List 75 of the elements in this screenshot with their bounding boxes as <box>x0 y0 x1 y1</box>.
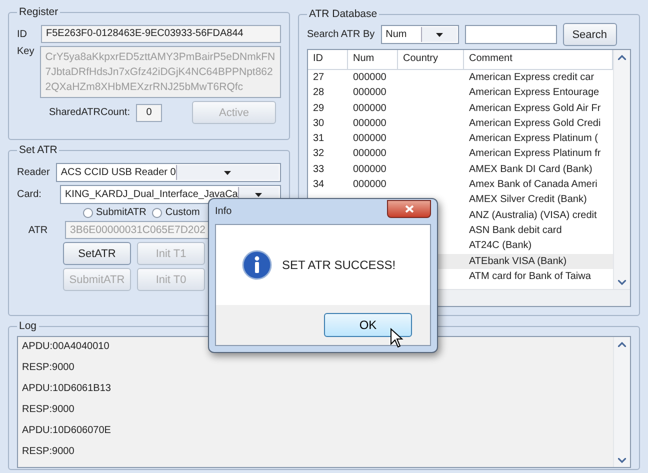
log-line: APDU:10D606070E <box>22 424 112 438</box>
table-cell-text: ASN Bank debit card <box>468 224 563 238</box>
close-icon <box>404 204 414 212</box>
atr-label: ATR <box>27 224 49 236</box>
table-cell-text: 000000 <box>352 86 388 100</box>
table-cell-text: 27 <box>312 71 326 85</box>
table-cell-text: ATM card for Bank of Taiwa <box>468 270 592 284</box>
table-cell-text: ANZ (Australia) (VISA) credit <box>468 208 598 223</box>
column-header[interactable]: ID <box>308 50 348 69</box>
table-cell-text: 32 <box>312 147 326 162</box>
table-cell-text: American Express credit car <box>468 71 596 85</box>
table-row[interactable]: 30 000000 American Express Gold Credi <box>308 116 613 132</box>
table-row[interactable]: 31 000000 American Express Platinum ( <box>308 131 613 146</box>
group-title: Set ATR <box>18 144 58 156</box>
table-cell-text: ATEbank VISA (Bank) <box>468 254 568 269</box>
table-cell-text: AMEX Bank DI Card (Bank) <box>468 162 594 177</box>
table-cell-text: 000000 <box>352 162 388 177</box>
table-cell-text: 000000 <box>352 147 388 162</box>
table-cell-text: 31 <box>312 132 326 146</box>
info-icon <box>242 250 272 280</box>
table-cell-text: 33 <box>312 162 326 177</box>
table-cell-text: 000000 <box>352 71 388 85</box>
log-line: RESP:9000 <box>22 403 76 417</box>
card-dropdown[interactable]: KING_KARDJ_Dual_Interface_JavaCa <box>60 185 281 204</box>
table-cell-text: 34 <box>312 178 326 192</box>
search-by-dropdown[interactable]: Num <box>380 25 459 44</box>
key-label: Key <box>17 46 34 57</box>
submit-button[interactable]: SetATR <box>63 242 131 265</box>
search-field[interactable] <box>464 25 557 44</box>
table-cell-text: American Express Platinum fr <box>468 147 602 162</box>
table-cell-text: 29 <box>312 102 326 116</box>
id-field[interactable]: F5E263F0-0128463E-9EC03933-56FDA844 <box>41 25 281 43</box>
table-cell-text: 000000 <box>352 132 388 146</box>
card-label: Card: <box>17 189 42 200</box>
group-title: Log <box>18 320 38 332</box>
id-label: ID <box>17 28 27 40</box>
table-cell-text: American Express Platinum ( <box>468 132 599 146</box>
search-button[interactable]: Search <box>562 23 617 46</box>
table-cell-text: 30 <box>312 116 326 131</box>
reader-label: Reader <box>17 167 50 178</box>
count-field[interactable]: 0 <box>136 104 162 122</box>
count-label: SharedATRCount: <box>49 107 130 118</box>
reader-dropdown[interactable]: ACS CCID USB Reader 0 <box>56 163 281 182</box>
log-line: APDU:00A4040010 <box>22 340 110 354</box>
table-cell-text: AMEX Silver Credit (Bank) <box>468 193 588 208</box>
column-header[interactable]: Country <box>398 50 464 69</box>
table-cell-text: 000000 <box>352 116 388 131</box>
log-line: RESP:9000 <box>22 445 76 459</box>
table-cell-text: American Express Entourage <box>468 86 600 100</box>
table-cell-text: American Express Gold Air Fr <box>468 102 602 116</box>
ok-button[interactable]: OK <box>324 313 412 337</box>
dialog-title: Info <box>215 206 232 217</box>
table-row[interactable]: 27 000000 American Express credit car <box>308 70 613 86</box>
table-cell-text: Amex Bank of Canada Ameri <box>468 178 598 192</box>
table-cell-text: American Express Gold Credi <box>468 116 602 131</box>
group-title: Register <box>18 6 60 18</box>
vertical-scrollbar[interactable] <box>613 337 630 467</box>
search-label: Search ATR By <box>307 29 375 40</box>
table-cell-text: 000000 <box>352 102 388 116</box>
log-line: APDU:10D6061B13 <box>22 382 112 396</box>
table-row[interactable]: 28 000000 American Express Entourage <box>308 85 613 101</box>
table-cell-text: AT24C (Bank) <box>468 239 533 254</box>
table-row[interactable]: 32 000000 American Express Platinum fr <box>308 146 613 162</box>
table-row[interactable]: 29 000000 American Express Gold Air Fr <box>308 100 613 116</box>
table-row[interactable]: 34 000000 Amex Bank of Canada Ameri <box>308 177 613 192</box>
column-header[interactable]: Num <box>348 50 398 69</box>
table-row[interactable]: 33 000000 AMEX Bank DI Card (Bank) <box>308 162 613 178</box>
table-cell-text: 28 <box>312 86 326 100</box>
log-line: RESP:9000 <box>22 361 76 375</box>
table-cell-text: 000000 <box>352 178 388 192</box>
radio-option[interactable]: SubmitATR <box>83 207 146 218</box>
close-button[interactable] <box>387 200 431 218</box>
group-title: ATR Database <box>308 8 378 20</box>
radio-option[interactable]: Custom <box>152 207 200 218</box>
vertical-scrollbar[interactable] <box>613 50 630 289</box>
